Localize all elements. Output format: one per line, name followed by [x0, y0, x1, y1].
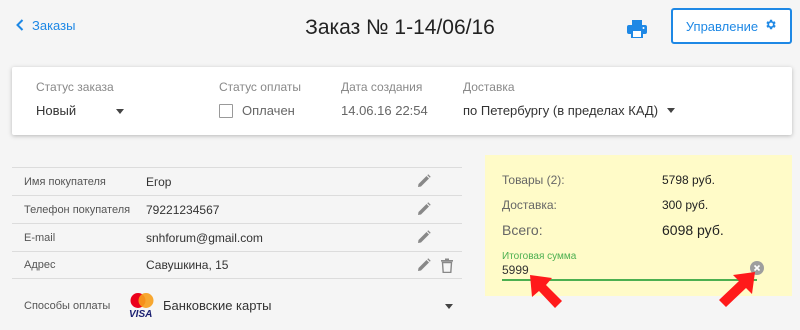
row-label: E-mail — [24, 231, 56, 244]
table-row: Телефон покупателя 79221234567 — [12, 195, 462, 223]
gear-icon — [764, 18, 777, 34]
dropdown-arrow-icon — [667, 108, 676, 113]
row-value: Савушкина, 15 — [146, 258, 229, 272]
delivery-cost-value: 300 руб. — [662, 198, 709, 212]
print-icon[interactable] — [627, 20, 647, 39]
row-label: Имя покупателя — [24, 175, 106, 188]
visa-logo: VISA — [129, 309, 153, 320]
back-to-orders-link[interactable]: Заказы — [16, 18, 75, 33]
goods-label: Товары (2): — [502, 173, 565, 187]
order-status-card: Статус заказа Новый Статус оплаты Оплаче… — [12, 67, 792, 135]
edit-pencil-icon[interactable] — [417, 258, 431, 272]
created-date-value: 14.06.16 22:54 — [341, 103, 428, 118]
goods-value: 5798 руб. — [662, 173, 715, 187]
order-status-select[interactable]: Новый — [36, 103, 126, 118]
order-status-label: Статус заказа — [36, 80, 114, 94]
row-label: Телефон покупателя — [24, 203, 131, 216]
created-date-label: Дата создания — [341, 80, 423, 94]
table-row: Адрес Савушкина, 15 — [12, 251, 462, 279]
mastercard-icon — [128, 292, 156, 309]
dropdown-arrow-icon — [445, 304, 453, 309]
chevron-left-icon — [16, 18, 24, 33]
table-row: Имя покупателя Егор — [12, 167, 462, 195]
delivery-select[interactable]: по Петербургу (в пределах КАД) — [463, 103, 676, 118]
annotation-arrow-icon — [715, 270, 757, 315]
delete-trash-icon[interactable] — [440, 258, 454, 274]
payment-method-value: Банковские карты — [163, 298, 272, 313]
row-label: Адрес — [24, 259, 56, 271]
row-value: 79221234567 — [146, 202, 220, 217]
delivery-value: по Петербургу (в пределах КАД) — [463, 103, 659, 118]
customer-info-table: Имя покупателя Егор Телефон покупателя 7… — [12, 167, 462, 279]
edit-pencil-icon[interactable] — [417, 174, 431, 188]
payment-method-select[interactable]: Способы оплаты VISA Банковские карты — [12, 288, 462, 322]
manage-label: Управление — [685, 18, 759, 34]
back-label: Заказы — [32, 18, 76, 33]
annotation-arrow-icon — [528, 273, 564, 316]
edit-pencil-icon[interactable] — [417, 230, 431, 244]
paid-checkbox-label: Оплачен — [242, 103, 295, 118]
payment-status-label: Статус оплаты — [219, 80, 301, 94]
delivery-cost-label: Доставка: — [502, 198, 557, 212]
payment-method-label: Способы оплаты — [24, 300, 111, 312]
dropdown-arrow-icon — [116, 109, 124, 114]
paid-checkbox[interactable] — [219, 103, 233, 118]
edit-pencil-icon[interactable] — [417, 202, 431, 216]
row-value: snhforum@gmail.com — [146, 230, 263, 245]
table-row: E-mail snhforum@gmail.com — [12, 223, 462, 251]
row-value: Егор — [146, 174, 172, 189]
order-status-value: Новый — [36, 103, 77, 118]
paid-checkbox-row[interactable]: Оплачен — [219, 103, 295, 118]
total-value: 6098 руб. — [662, 222, 724, 238]
total-label: Всего: — [502, 222, 543, 238]
delivery-label: Доставка — [463, 80, 515, 94]
manage-button[interactable]: Управление — [671, 8, 792, 44]
